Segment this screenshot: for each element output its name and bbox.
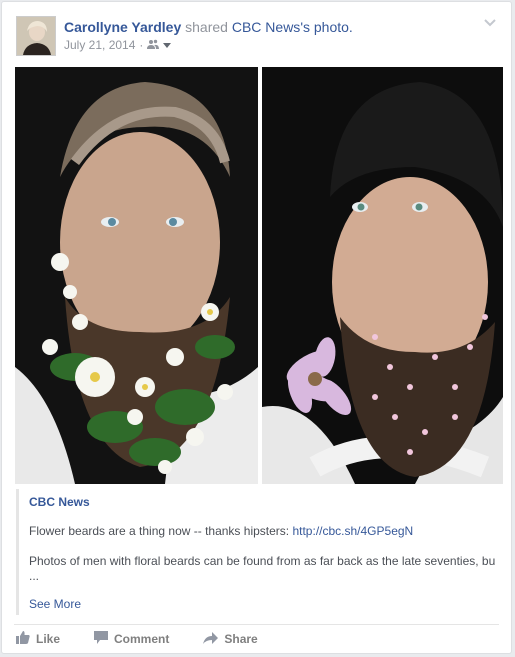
shared-text: shared [181,19,232,35]
see-more-link[interactable]: See More [29,597,502,611]
post-headline: Carollyne Yardley shared CBC News's phot… [64,18,467,36]
comment-button[interactable]: Comment [94,631,169,647]
post-header: Carollyne Yardley shared CBC News's phot… [16,16,497,58]
author-name-link[interactable]: Carollyne Yardley [64,19,181,35]
post-date[interactable]: July 21, 2014 [64,38,135,52]
link-preview-line1-text: Flower beards are a thing now -- thanks … [29,524,293,538]
chevron-down-icon[interactable] [483,16,497,30]
share-button[interactable]: Share [203,631,258,647]
like-label: Like [36,632,61,646]
comment-bubble-icon [94,631,109,647]
meta-separator: · [139,38,144,52]
thumbs-up-icon [16,631,30,647]
like-button[interactable]: Like [16,631,60,647]
post-meta: July 21, 2014 · [64,38,467,52]
post-card: Carollyne Yardley shared CBC News's phot… [1,1,512,654]
link-preview-url[interactable]: http://cbc.sh/4GP5egN [292,524,413,538]
link-preview-line1: Flower beards are a thing now -- thanks … [29,523,502,539]
page-suffix: 's photo. [300,19,353,35]
share-arrow-icon [203,631,219,647]
post-actions: Like Comment Share [14,624,499,653]
link-preview-line2: Photos of men with floral beards can be … [29,554,496,568]
photo-divider [258,67,262,484]
comment-label: Comment [114,632,170,646]
caret-down-icon[interactable] [163,38,172,52]
link-preview[interactable]: CBC News Flower beards are a thing now -… [16,489,502,615]
page-name-link[interactable]: CBC News [232,19,300,35]
link-preview-title[interactable]: CBC News [29,495,502,509]
share-label: Share [224,632,258,646]
friends-icon[interactable] [147,38,160,52]
post-photo[interactable] [15,67,503,484]
link-preview-ellipsis: ... [29,569,40,583]
header-text: Carollyne Yardley shared CBC News's phot… [64,18,467,52]
author-avatar[interactable] [16,16,56,56]
